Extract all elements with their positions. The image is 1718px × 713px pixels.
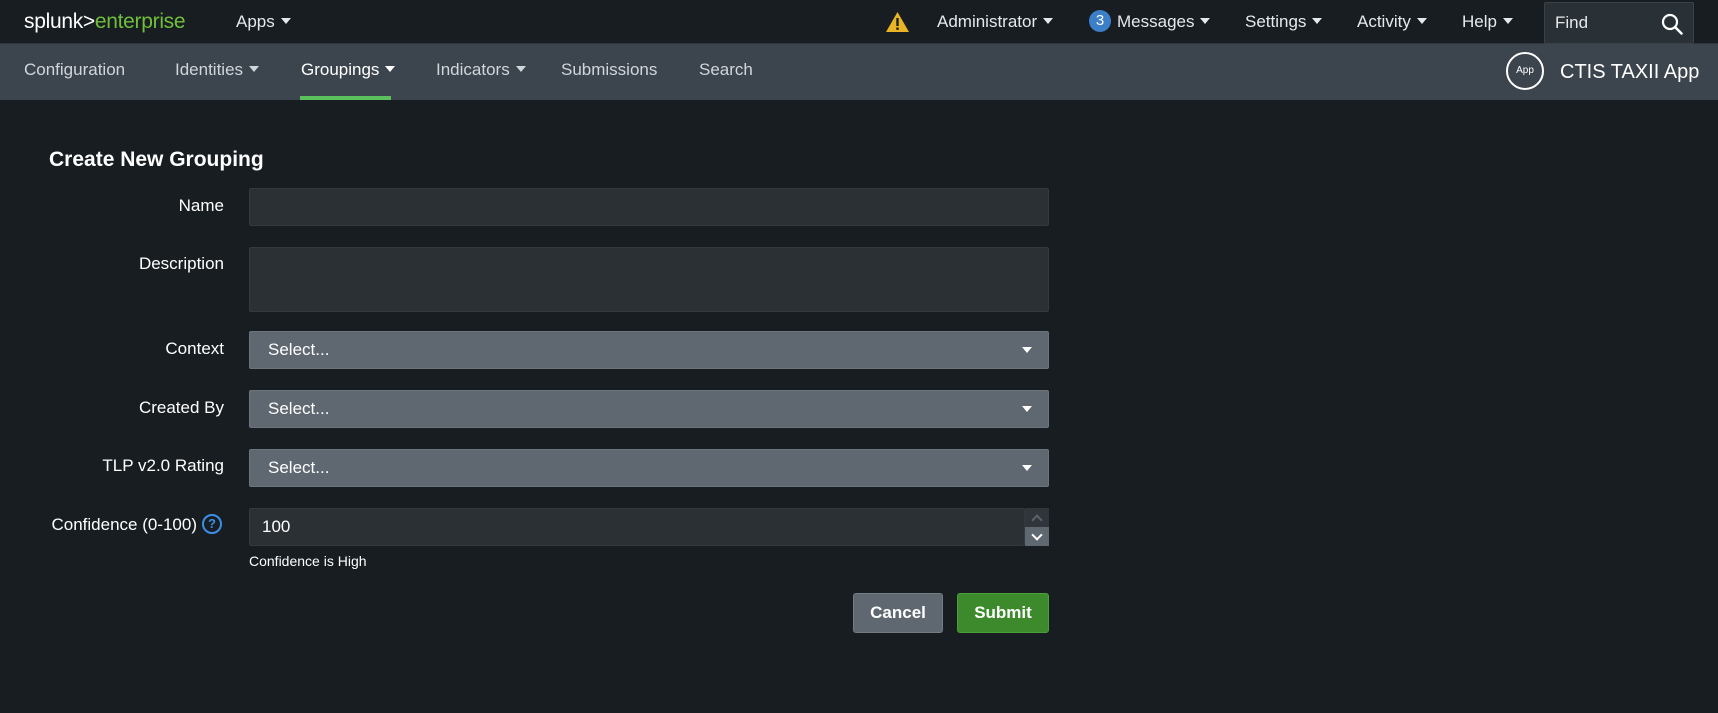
messages-menu[interactable]: 3 Messages bbox=[1089, 0, 1211, 44]
warning-icon[interactable] bbox=[885, 11, 910, 33]
context-select[interactable]: Select... bbox=[249, 331, 1049, 369]
chevron-down-icon bbox=[1043, 17, 1054, 24]
chevron-down-icon bbox=[249, 65, 260, 72]
nav-search-label: Search bbox=[699, 60, 753, 79]
chevron-down-icon bbox=[280, 17, 291, 24]
settings-menu-label: Settings bbox=[1245, 12, 1307, 31]
app-nav-bar: Configuration Identities Groupings Indic… bbox=[0, 44, 1718, 100]
submit-button[interactable]: Submit bbox=[957, 593, 1049, 633]
context-label: Context bbox=[165, 339, 224, 358]
created-by-label: Created By bbox=[138, 398, 224, 417]
tlp-label: TLP v2.0 Rating bbox=[102, 456, 224, 475]
confidence-label: Confidence (0-100) bbox=[51, 515, 197, 534]
decrement-icon[interactable] bbox=[1025, 527, 1049, 546]
nav-submissions[interactable]: Submissions bbox=[561, 44, 657, 100]
tlp-select-value: Select... bbox=[268, 458, 330, 477]
cancel-button[interactable]: Cancel bbox=[853, 593, 943, 633]
name-label: Name bbox=[178, 196, 224, 215]
description-field[interactable] bbox=[249, 247, 1049, 312]
user-menu-label: Administrator bbox=[937, 12, 1038, 31]
tlp-select[interactable]: Select... bbox=[249, 449, 1049, 487]
confidence-stepper bbox=[249, 508, 1049, 546]
chevron-down-icon bbox=[1022, 465, 1032, 471]
chevron-down-icon bbox=[1416, 17, 1427, 24]
top-bar: splunk>enterprise Apps Administrator 3 Me… bbox=[0, 0, 1718, 44]
activity-menu-label: Activity bbox=[1357, 12, 1411, 31]
nav-configuration[interactable]: Configuration bbox=[24, 44, 125, 100]
search-icon[interactable] bbox=[1661, 13, 1683, 35]
name-field[interactable] bbox=[249, 188, 1049, 226]
description-label: Description bbox=[138, 254, 224, 273]
app-icon: App bbox=[1506, 52, 1544, 90]
confidence-field[interactable] bbox=[249, 508, 1025, 546]
help-menu[interactable]: Help bbox=[1462, 0, 1513, 44]
chevron-down-icon bbox=[385, 65, 396, 72]
help-menu-label: Help bbox=[1462, 12, 1497, 31]
increment-icon[interactable] bbox=[1025, 508, 1049, 527]
nav-indicators-label: Indicators bbox=[436, 60, 510, 79]
chevron-down-icon bbox=[1200, 17, 1211, 24]
chevron-down-icon bbox=[1022, 406, 1032, 412]
confidence-help-text: Confidence is High bbox=[249, 553, 367, 569]
nav-identities-label: Identities bbox=[175, 60, 244, 79]
nav-identities[interactable]: Identities bbox=[175, 44, 260, 100]
page-title: Create New Grouping bbox=[49, 148, 264, 171]
active-tab-indicator bbox=[300, 96, 391, 100]
nav-configuration-label: Configuration bbox=[24, 60, 126, 79]
nav-groupings-label: Groupings bbox=[301, 60, 380, 79]
messages-menu-label: Messages bbox=[1117, 12, 1195, 31]
nav-submissions-label: Submissions bbox=[561, 60, 658, 79]
context-select-value: Select... bbox=[268, 340, 330, 359]
apps-menu[interactable]: Apps bbox=[236, 0, 291, 44]
find-input[interactable] bbox=[1555, 3, 1655, 43]
confidence-label-group: Confidence (0-100)? bbox=[51, 513, 222, 536]
created-by-select[interactable]: Select... bbox=[249, 390, 1049, 428]
help-icon[interactable]: ? bbox=[202, 513, 222, 534]
logo-text-splunk: splunk> bbox=[24, 10, 95, 33]
messages-count-badge: 3 bbox=[1089, 9, 1111, 32]
user-menu[interactable]: Administrator bbox=[937, 0, 1054, 44]
created-by-select-value: Select... bbox=[268, 399, 330, 418]
chevron-down-icon bbox=[1502, 17, 1513, 24]
find-box bbox=[1544, 2, 1694, 44]
settings-menu[interactable]: Settings bbox=[1245, 0, 1323, 44]
activity-menu[interactable]: Activity bbox=[1357, 0, 1427, 44]
chevron-down-icon bbox=[515, 65, 526, 72]
chevron-down-icon bbox=[1022, 347, 1032, 353]
splunk-logo[interactable]: splunk>enterprise bbox=[24, 10, 186, 34]
nav-groupings[interactable]: Groupings bbox=[301, 44, 396, 100]
nav-indicators[interactable]: Indicators bbox=[436, 44, 526, 100]
chevron-down-icon bbox=[1312, 17, 1323, 24]
apps-menu-label: Apps bbox=[236, 12, 275, 31]
logo-text-enterprise: enterprise bbox=[94, 10, 186, 33]
nav-search[interactable]: Search bbox=[699, 44, 753, 100]
app-name[interactable]: CTIS TAXII App bbox=[1560, 44, 1699, 100]
